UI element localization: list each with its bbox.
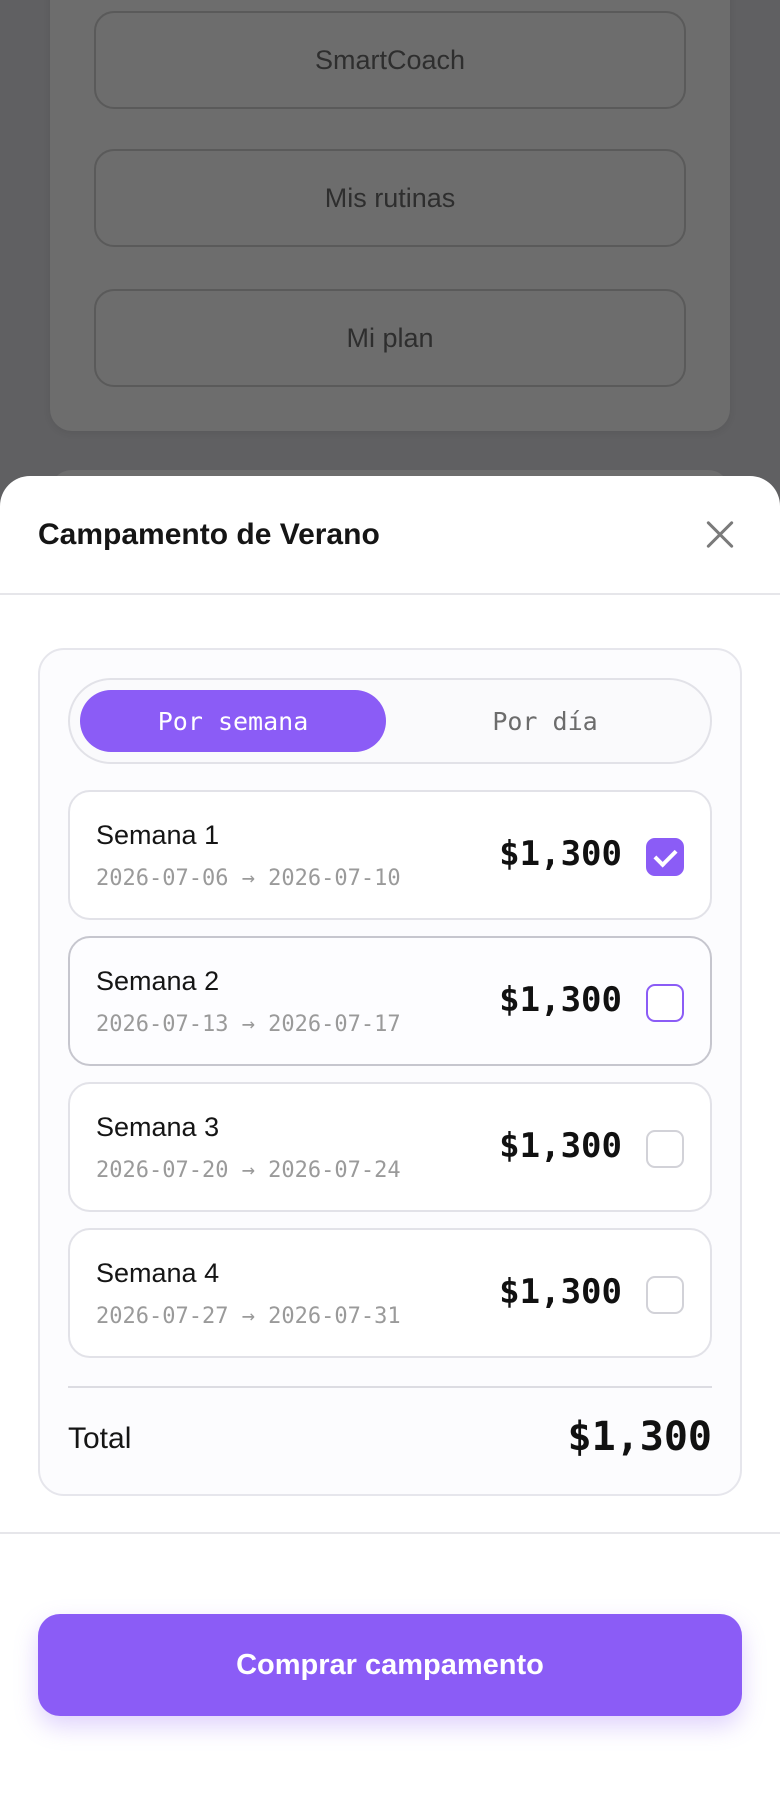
total-divider — [68, 1386, 712, 1388]
camp-bottom-sheet: Campamento de Verano Por semana Por día … — [0, 476, 780, 1800]
toggle-per-day[interactable]: Por día — [392, 690, 698, 752]
week-price: $1,300 — [499, 1272, 622, 1312]
footer-divider — [0, 1532, 780, 1534]
sheet-header: Campamento de Verano — [0, 476, 780, 595]
week-name: Semana 1 — [96, 820, 220, 850]
total-value: $1,300 — [567, 1414, 713, 1460]
buy-camp-button[interactable]: Comprar campamento — [38, 1614, 742, 1716]
week-checkbox[interactable] — [646, 984, 684, 1022]
week-name: Semana 2 — [96, 966, 220, 996]
pricing-mode-toggle: Por semana Por día — [68, 678, 712, 764]
week-price: $1,300 — [499, 834, 622, 874]
week-row-1[interactable]: Semana 1 2026-07-06 → 2026-07-10 $1,300 — [68, 790, 712, 920]
week-row-4[interactable]: Semana 4 2026-07-27 → 2026-07-31 $1,300 — [68, 1228, 712, 1358]
booking-panel: Por semana Por día Semana 1 2026-07-06 →… — [38, 648, 742, 1496]
week-price: $1,300 — [499, 980, 622, 1020]
smartcoach-button: SmartCoach — [94, 11, 686, 109]
close-icon[interactable] — [698, 513, 742, 557]
week-dates: 2026-07-06 → 2026-07-10 — [96, 866, 401, 891]
mi-plan-button: Mi plan — [94, 289, 686, 387]
week-name: Semana 4 — [96, 1258, 220, 1288]
total-label: Total — [68, 1422, 132, 1455]
week-dates: 2026-07-20 → 2026-07-24 — [96, 1158, 401, 1183]
week-price: $1,300 — [499, 1126, 622, 1166]
week-dates: 2026-07-13 → 2026-07-17 — [96, 1012, 401, 1037]
week-checkbox[interactable] — [646, 1276, 684, 1314]
week-name: Semana 3 — [96, 1112, 220, 1142]
week-dates: 2026-07-27 → 2026-07-31 — [96, 1304, 401, 1329]
week-row-2[interactable]: Semana 2 2026-07-13 → 2026-07-17 $1,300 — [68, 936, 712, 1066]
week-checkbox-checked[interactable] — [646, 838, 684, 876]
sheet-title: Campamento de Verano — [38, 517, 380, 551]
mis-rutinas-button: Mis rutinas — [94, 149, 686, 247]
week-row-3[interactable]: Semana 3 2026-07-20 → 2026-07-24 $1,300 — [68, 1082, 712, 1212]
toggle-per-week[interactable]: Por semana — [80, 690, 386, 752]
week-checkbox[interactable] — [646, 1130, 684, 1168]
